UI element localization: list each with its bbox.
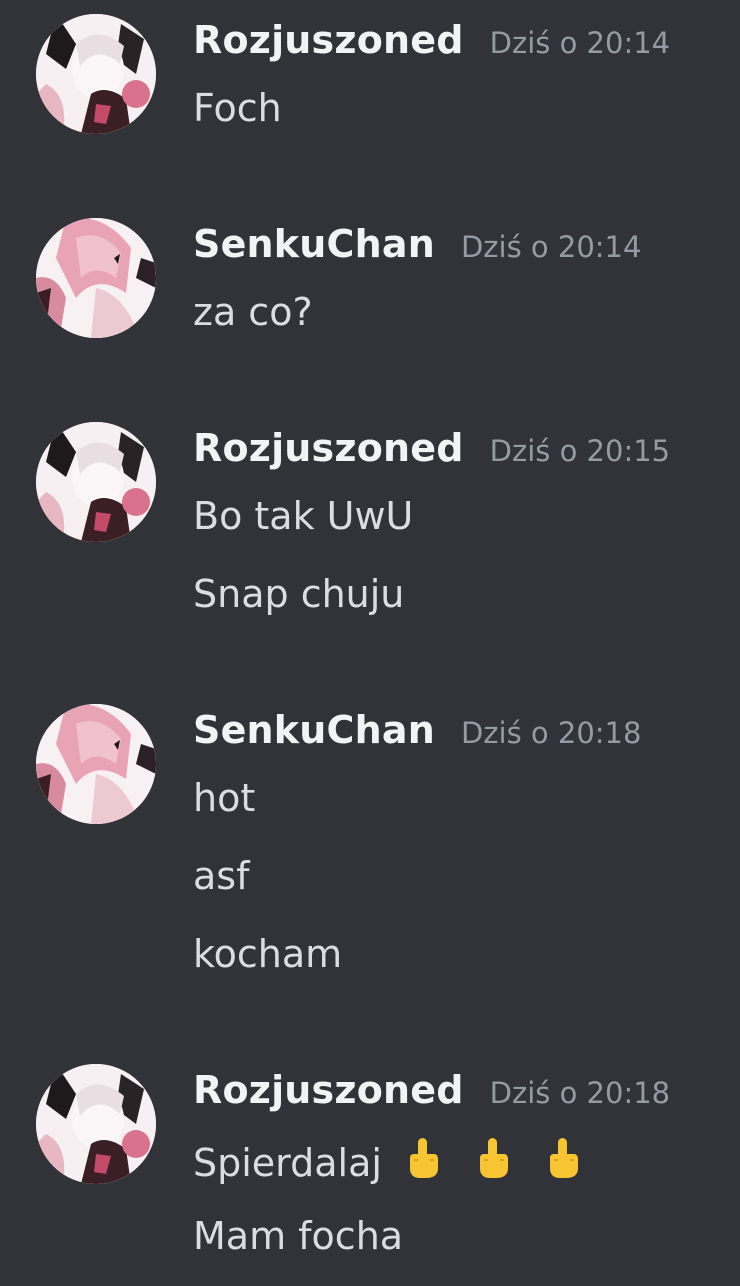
author-name[interactable]: SenkuChan	[193, 708, 435, 752]
avatar[interactable]	[36, 14, 156, 134]
message-text: Foch	[193, 86, 282, 130]
message-header: Rozjuszoned Dziś o 20:14	[193, 18, 670, 74]
message-text: Spierdalaj	[193, 1136, 582, 1185]
timestamp: Dziś o 20:15	[489, 434, 671, 468]
middle-finger-emoji-icon	[404, 1136, 442, 1180]
message-text: kocham	[193, 932, 343, 976]
chat-messages: Rozjuszoned Dziś o 20:14 Foch SenkuChan …	[0, 0, 740, 1286]
middle-finger-emoji-icon	[474, 1136, 512, 1180]
timestamp: Dziś o 20:14	[489, 26, 671, 60]
anime-avatar-icon	[36, 704, 156, 824]
avatar[interactable]	[36, 422, 156, 542]
message-header: Rozjuszoned Dziś o 20:15	[193, 426, 670, 482]
message-text: za co?	[193, 290, 313, 334]
anime-avatar-icon	[36, 14, 156, 134]
author-name[interactable]: Rozjuszoned	[193, 1068, 464, 1112]
message-text: Bo tak UwU	[193, 494, 414, 538]
anime-avatar-icon	[36, 1064, 156, 1184]
avatar[interactable]	[36, 1064, 156, 1184]
anime-avatar-icon	[36, 422, 156, 542]
timestamp: Dziś o 20:14	[460, 230, 642, 264]
message-text: Mam focha	[193, 1214, 404, 1258]
message-text: Snap chuju	[193, 572, 405, 616]
author-name[interactable]: Rozjuszoned	[193, 18, 464, 62]
message-header: SenkuChan Dziś o 20:14	[193, 222, 641, 278]
anime-avatar-icon	[36, 218, 156, 338]
message-text: hot	[193, 776, 256, 820]
avatar[interactable]	[36, 704, 156, 824]
avatar[interactable]	[36, 218, 156, 338]
author-name[interactable]: Rozjuszoned	[193, 426, 464, 470]
timestamp: Dziś o 20:18	[489, 1076, 671, 1110]
message-header: SenkuChan Dziś o 20:18	[193, 708, 641, 764]
author-name[interactable]: SenkuChan	[193, 222, 435, 266]
message-text: asf	[193, 854, 250, 898]
middle-finger-emoji-icon	[544, 1136, 582, 1180]
message-header: Rozjuszoned Dziś o 20:18	[193, 1068, 670, 1124]
timestamp: Dziś o 20:18	[460, 716, 642, 750]
message-text-content: Spierdalaj	[193, 1141, 382, 1185]
